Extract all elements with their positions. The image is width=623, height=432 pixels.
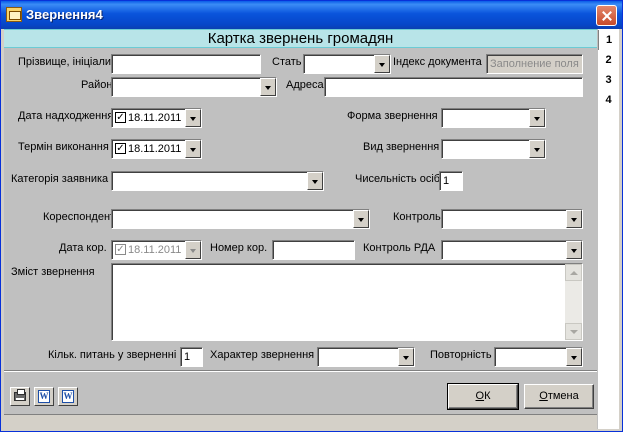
sex-select[interactable]: [303, 54, 391, 74]
cancel-button[interactable]: Отмена: [524, 384, 594, 409]
client-area: Картка звернень громадян Прізвище, ініці…: [4, 29, 619, 429]
content-textarea[interactable]: [111, 263, 583, 341]
word-icon: W: [62, 390, 74, 403]
chevron-down-icon[interactable]: [398, 348, 414, 366]
pib-label: Прізвище, ініціали: [18, 56, 112, 68]
print-button[interactable]: [10, 387, 30, 406]
appeal-kind-select[interactable]: [441, 139, 546, 159]
date-received-picker[interactable]: ✓ 18.11.2011: [111, 108, 202, 128]
date-kor-picker[interactable]: ✓ 18.11.2011: [111, 240, 202, 260]
chevron-down-icon[interactable]: [529, 140, 545, 158]
appeal-kind-label: Вид звернення: [363, 141, 440, 153]
cancel-accel: О: [539, 390, 548, 402]
cancel-label-rest: тмена: [547, 390, 579, 402]
date-kor-checkbox[interactable]: ✓: [115, 244, 126, 255]
district-select[interactable]: [111, 77, 277, 97]
chevron-down-icon[interactable]: [185, 109, 201, 127]
correspondent-label: Кореспондент: [43, 211, 116, 223]
correspondent-select[interactable]: [111, 209, 370, 229]
appeal-character-select[interactable]: [317, 347, 415, 367]
window-title: Звернення4: [26, 7, 103, 22]
header-band: Картка звернень громадян: [4, 29, 597, 48]
date-received-label: Дата надходження: [18, 110, 114, 122]
chevron-down-icon[interactable]: [185, 140, 201, 158]
scroll-up-icon[interactable]: [565, 264, 582, 281]
applicant-category-label: Категорія заявника: [11, 173, 109, 185]
address-label: Адреса: [286, 79, 324, 91]
applicant-category-select[interactable]: [111, 171, 324, 191]
chevron-down-icon[interactable]: [260, 78, 276, 96]
index-input[interactable]: Заполнение поля: [486, 54, 583, 74]
address-input[interactable]: [324, 77, 583, 97]
appeal-form-label: Форма звернення: [347, 110, 438, 122]
date-kor-value: 18.11.2011: [128, 244, 182, 256]
form-panel: Картка звернень громадян Прізвище, ініці…: [4, 29, 597, 429]
persons-count-label: Чисельність осіб: [355, 173, 441, 185]
tab-strip: 1 2 3 4: [598, 29, 619, 429]
printer-icon: [14, 389, 26, 401]
deadline-picker[interactable]: ✓ 18.11.2011: [111, 139, 202, 159]
date-received-checkbox[interactable]: ✓: [115, 112, 126, 123]
page-title: Картка звернень громадян: [207, 30, 394, 47]
ok-accel: О: [475, 390, 485, 402]
deadline-value: 18.11.2011: [128, 143, 182, 155]
questions-count-label: Кільк. питань у зверненні: [48, 349, 177, 361]
repeat-select[interactable]: [494, 347, 583, 367]
word-icon: W: [38, 390, 50, 403]
appeal-form-select[interactable]: [441, 108, 546, 128]
content-scrollbar[interactable]: [565, 264, 582, 340]
chevron-down-icon[interactable]: [566, 348, 582, 366]
chevron-down-icon[interactable]: [185, 241, 201, 259]
content-label: Зміст звернення: [11, 266, 95, 278]
scroll-down-icon[interactable]: [565, 323, 582, 340]
app-icon: [6, 7, 22, 22]
title-bar[interactable]: Звернення4: [1, 1, 622, 29]
appeal-character-label: Характер звернення: [210, 349, 315, 361]
pib-input[interactable]: [111, 54, 261, 74]
number-kor-input[interactable]: [272, 240, 355, 260]
control-select[interactable]: [441, 209, 583, 229]
divider: [4, 370, 597, 372]
ok-label-rest: К: [484, 390, 491, 402]
chevron-down-icon[interactable]: [307, 172, 323, 190]
tab-3[interactable]: 3: [598, 70, 619, 90]
chevron-down-icon[interactable]: [566, 241, 582, 259]
export-word-button[interactable]: W: [34, 387, 54, 406]
deadline-checkbox[interactable]: ✓: [115, 143, 126, 154]
persons-count-input[interactable]: 1: [439, 171, 463, 191]
close-button[interactable]: [596, 5, 617, 26]
tab-4[interactable]: 4: [598, 90, 619, 110]
window: Звернення4 Картка звернень громадян Пріз…: [0, 0, 623, 432]
repeat-label: Повторність: [430, 349, 492, 361]
tab-1[interactable]: 1: [598, 30, 619, 50]
control-label: Контроль: [393, 211, 441, 223]
district-label: Район: [81, 79, 113, 91]
number-kor-label: Номер кор.: [210, 242, 268, 254]
index-label: Індекс документа: [393, 56, 482, 68]
control-rda-select[interactable]: [441, 240, 583, 260]
sex-label: Стать: [272, 56, 302, 68]
chevron-down-icon[interactable]: [566, 210, 582, 228]
date-kor-label: Дата кор.: [59, 242, 107, 254]
ok-button[interactable]: ОК: [447, 383, 519, 410]
date-received-value: 18.11.2011: [128, 112, 182, 124]
status-bar: [4, 414, 597, 429]
chevron-down-icon[interactable]: [529, 109, 545, 127]
chevron-down-icon[interactable]: [353, 210, 369, 228]
tab-2[interactable]: 2: [598, 50, 619, 70]
chevron-down-icon[interactable]: [374, 55, 390, 73]
export-word-alt-button[interactable]: W: [58, 387, 78, 406]
deadline-label: Термін виконання: [18, 141, 109, 153]
control-rda-label: Контроль РДА: [363, 242, 436, 254]
questions-count-input[interactable]: 1: [180, 347, 203, 367]
